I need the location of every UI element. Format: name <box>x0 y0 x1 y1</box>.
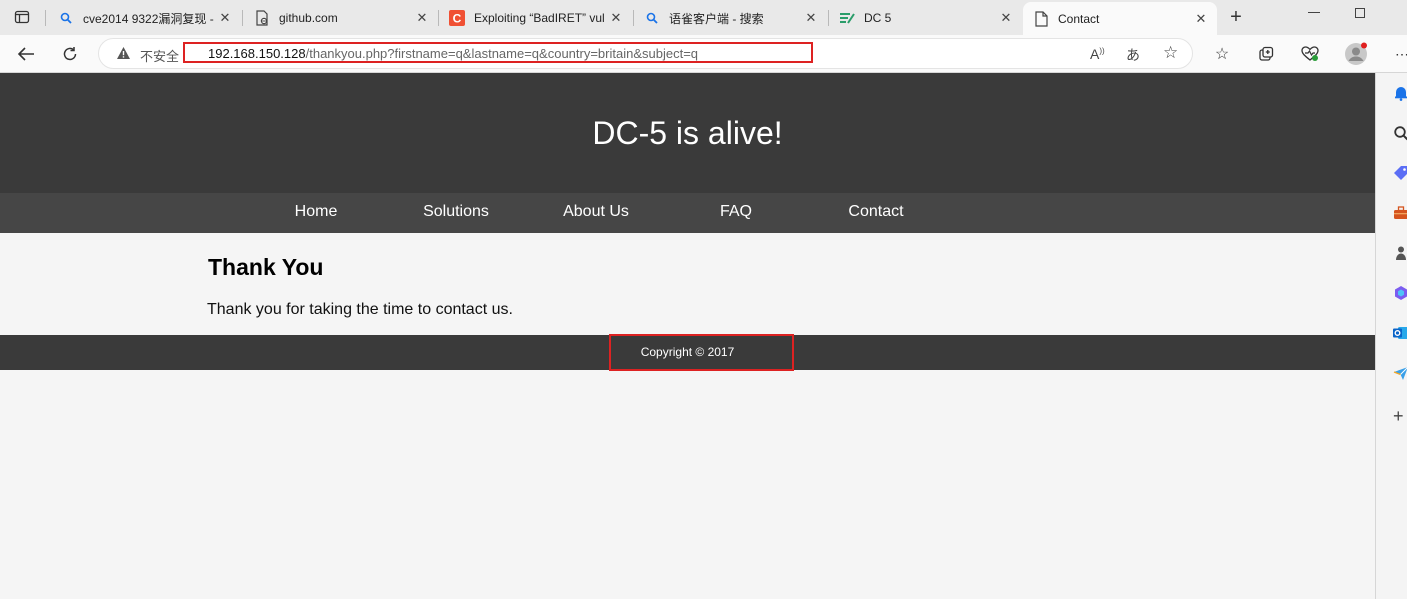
tab-title: Contact <box>1058 11 1100 26</box>
search-icon[interactable] <box>1393 125 1407 141</box>
bell-icon[interactable] <box>1393 85 1407 101</box>
svg-text:C: C <box>453 12 462 26</box>
tab-title: github.com <box>279 11 338 25</box>
nav-home[interactable]: Home <box>256 203 376 221</box>
add-icon[interactable]: + <box>1393 407 1407 425</box>
tab-badiret[interactable]: C Exploiting “BadIRET” vul ✕ <box>439 4 632 32</box>
outlook-icon[interactable] <box>1393 325 1407 341</box>
site-header: DC-5 is alive! <box>0 73 1375 193</box>
page-link-icon <box>254 10 270 26</box>
toolbox-icon[interactable] <box>1393 205 1407 221</box>
nav-faq[interactable]: FAQ <box>676 203 796 221</box>
collections-icon[interactable] <box>1252 41 1280 67</box>
back-arrow-icon <box>17 47 34 61</box>
c-logo-icon: C <box>449 10 465 26</box>
read-aloud-icon[interactable]: A)) <box>1090 46 1105 62</box>
tab-contact[interactable]: Contact ✕ <box>1023 2 1217 35</box>
web-page: DC-5 is alive! Home Solutions About Us F… <box>0 73 1375 599</box>
close-icon[interactable]: ✕ <box>217 10 233 26</box>
tab-cve2014[interactable]: cve2014 9322漏洞复现 - ✕ <box>48 4 241 32</box>
shopping-tag-icon[interactable] <box>1393 165 1407 181</box>
translate-icon[interactable]: あ <box>1126 45 1140 65</box>
tab-dc5[interactable]: DC 5 ✕ <box>829 4 1022 32</box>
dc5-logo-icon <box>839 10 855 26</box>
tab-actions-icon[interactable] <box>14 9 30 25</box>
tab-yuque-search[interactable]: 语雀客户端 - 搜索 ✕ <box>634 4 827 32</box>
nav-solutions[interactable]: Solutions <box>396 203 516 221</box>
refresh-button[interactable] <box>56 41 84 67</box>
search-icon <box>58 10 74 26</box>
tab-title: Exploiting “BadIRET” vul <box>474 11 605 25</box>
more-menu-icon[interactable]: ⋯ <box>1388 41 1407 67</box>
back-button[interactable] <box>12 41 40 67</box>
tab-github[interactable]: github.com ✕ <box>244 4 438 32</box>
nav-contact[interactable]: Contact <box>816 203 936 221</box>
games-icon[interactable] <box>1393 245 1407 261</box>
close-icon[interactable]: ✕ <box>414 10 430 26</box>
favorites-icon[interactable]: ☆ <box>1208 41 1236 67</box>
nav-about-us[interactable]: About Us <box>536 203 656 221</box>
close-icon[interactable]: ✕ <box>803 10 819 26</box>
maximize-button[interactable] <box>1355 8 1365 18</box>
toolbar: 不安全 192.168.150.128/thankyou.php?firstna… <box>0 35 1407 73</box>
close-icon[interactable]: ✕ <box>998 10 1014 26</box>
refresh-icon <box>63 47 77 61</box>
tab-title: DC 5 <box>864 11 892 25</box>
close-icon[interactable]: ✕ <box>608 10 624 26</box>
minimize-button[interactable] <box>1308 12 1320 13</box>
page-icon <box>1033 10 1049 27</box>
tab-strip: cve2014 9322漏洞复现 - ✕ github.com ✕ C Expl… <box>0 0 1407 35</box>
profile-avatar[interactable] <box>1342 41 1370 67</box>
edge-sidebar: + <box>1375 73 1407 599</box>
close-icon[interactable]: ✕ <box>1193 11 1209 27</box>
add-favorite-icon[interactable]: ☆ <box>1163 43 1178 63</box>
tab-title: cve2014 9322漏洞复现 - <box>83 11 214 26</box>
search-icon <box>644 10 660 26</box>
tab-title: 语雀客户端 - 搜索 <box>669 11 764 26</box>
browser-essentials-icon[interactable] <box>1296 41 1324 67</box>
site-title: DC-5 is alive! <box>592 115 783 151</box>
url-highlight-box <box>183 42 813 63</box>
page-heading: Thank You <box>208 254 324 280</box>
footer-highlight-box <box>609 334 794 371</box>
thank-you-message: Thank you for taking the time to contact… <box>207 301 513 318</box>
new-tab-button[interactable]: + <box>1226 7 1246 28</box>
copilot-icon[interactable] <box>1393 285 1407 301</box>
warning-icon <box>116 46 131 65</box>
site-nav: Home Solutions About Us FAQ Contact <box>0 193 1375 233</box>
send-icon[interactable] <box>1393 365 1407 381</box>
security-label: 不安全 <box>140 49 180 64</box>
